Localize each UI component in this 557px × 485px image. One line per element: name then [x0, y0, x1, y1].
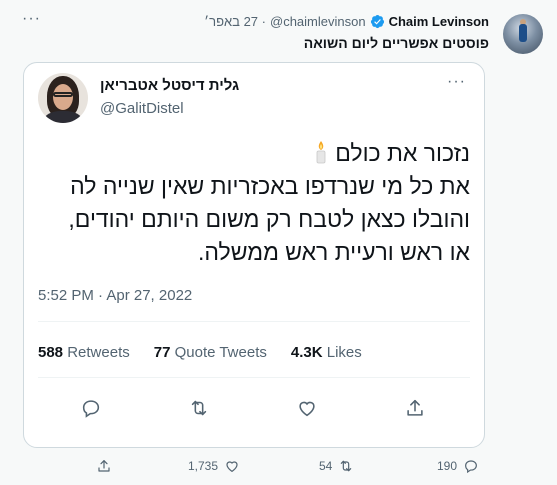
- quoted-text-line-4: או ראש ורעיית ראש ממשלה.: [198, 239, 470, 265]
- outer-tweet[interactable]: · 27 באפר׳ @chaimlevinson Chaim Levinson…: [0, 0, 557, 485]
- like-action[interactable]: 1,735: [188, 458, 240, 474]
- quoted-tweet-text: נזכור את כולם את כל מי שנרדפו באכזריות ש…: [30, 137, 470, 269]
- outer-author-name[interactable]: Chaim Levinson: [389, 14, 489, 29]
- divider: [38, 377, 470, 378]
- quote-tweets-stat[interactable]: 77 Quote Tweets: [154, 344, 267, 361]
- quoted-author-name[interactable]: גלית דיסטל אטבריאן: [100, 77, 239, 94]
- reply-action[interactable]: 190: [437, 458, 479, 474]
- reply-icon: [465, 460, 477, 474]
- engagement-stats: 588 Retweets 77 Quote Tweets 4.3K Likes: [38, 344, 362, 361]
- quoted-text-line-3: והובלו כצאן לטבח רק משום היותם יהודים,: [68, 206, 470, 232]
- quoted-author-avatar[interactable]: [38, 73, 88, 123]
- retweets-stat[interactable]: 588 Retweets: [38, 344, 130, 361]
- quoted-text-line-2: את כל מי שנרדפו באכזריות שאין שנייה לה: [70, 173, 470, 199]
- retweet-action[interactable]: 54: [319, 458, 354, 474]
- candle-icon: [316, 141, 326, 164]
- quoted-timestamp[interactable]: 5:52 PM · Apr 27, 2022: [38, 287, 192, 304]
- like-count: 1,735: [188, 459, 219, 473]
- share-icon[interactable]: [96, 458, 112, 474]
- quoted-text-line-1: נזכור את כולם: [335, 140, 470, 166]
- outer-author-handle[interactable]: @chaimlevinson: [270, 14, 366, 29]
- retweet-count: 54: [319, 459, 333, 473]
- like-icon: [226, 461, 238, 473]
- retweet-icon[interactable]: [185, 394, 213, 422]
- like-icon[interactable]: [293, 394, 321, 422]
- outer-more-icon[interactable]: ···: [22, 10, 41, 28]
- verified-badge-icon: [370, 14, 384, 29]
- reply-count: 190: [437, 459, 458, 473]
- retweet-icon: [341, 460, 352, 472]
- quoted-more-icon[interactable]: ···: [447, 73, 466, 91]
- outer-tweet-time[interactable]: · 27 באפר׳: [204, 14, 266, 29]
- quoted-author-handle[interactable]: @GalitDistel: [100, 100, 184, 117]
- quoted-text-line: נזכור את כולם: [30, 137, 470, 170]
- outer-tweet-header: · 27 באפר׳ @chaimlevinson Chaim Levinson: [204, 14, 489, 29]
- quoted-action-bar: [24, 394, 486, 422]
- quoted-tweet-card[interactable]: גלית דיסטל אטבריאן @GalitDistel ··· נזכו…: [23, 62, 485, 448]
- outer-author-avatar[interactable]: [503, 14, 543, 54]
- reply-icon[interactable]: [77, 394, 105, 422]
- outer-tweet-text: פוסטים אפשריים ליום השואה: [303, 35, 489, 51]
- divider: [38, 321, 470, 322]
- outer-action-bar: 1,735 54 190: [0, 456, 557, 480]
- likes-stat[interactable]: 4.3K Likes: [291, 344, 362, 361]
- share-icon[interactable]: [401, 394, 429, 422]
